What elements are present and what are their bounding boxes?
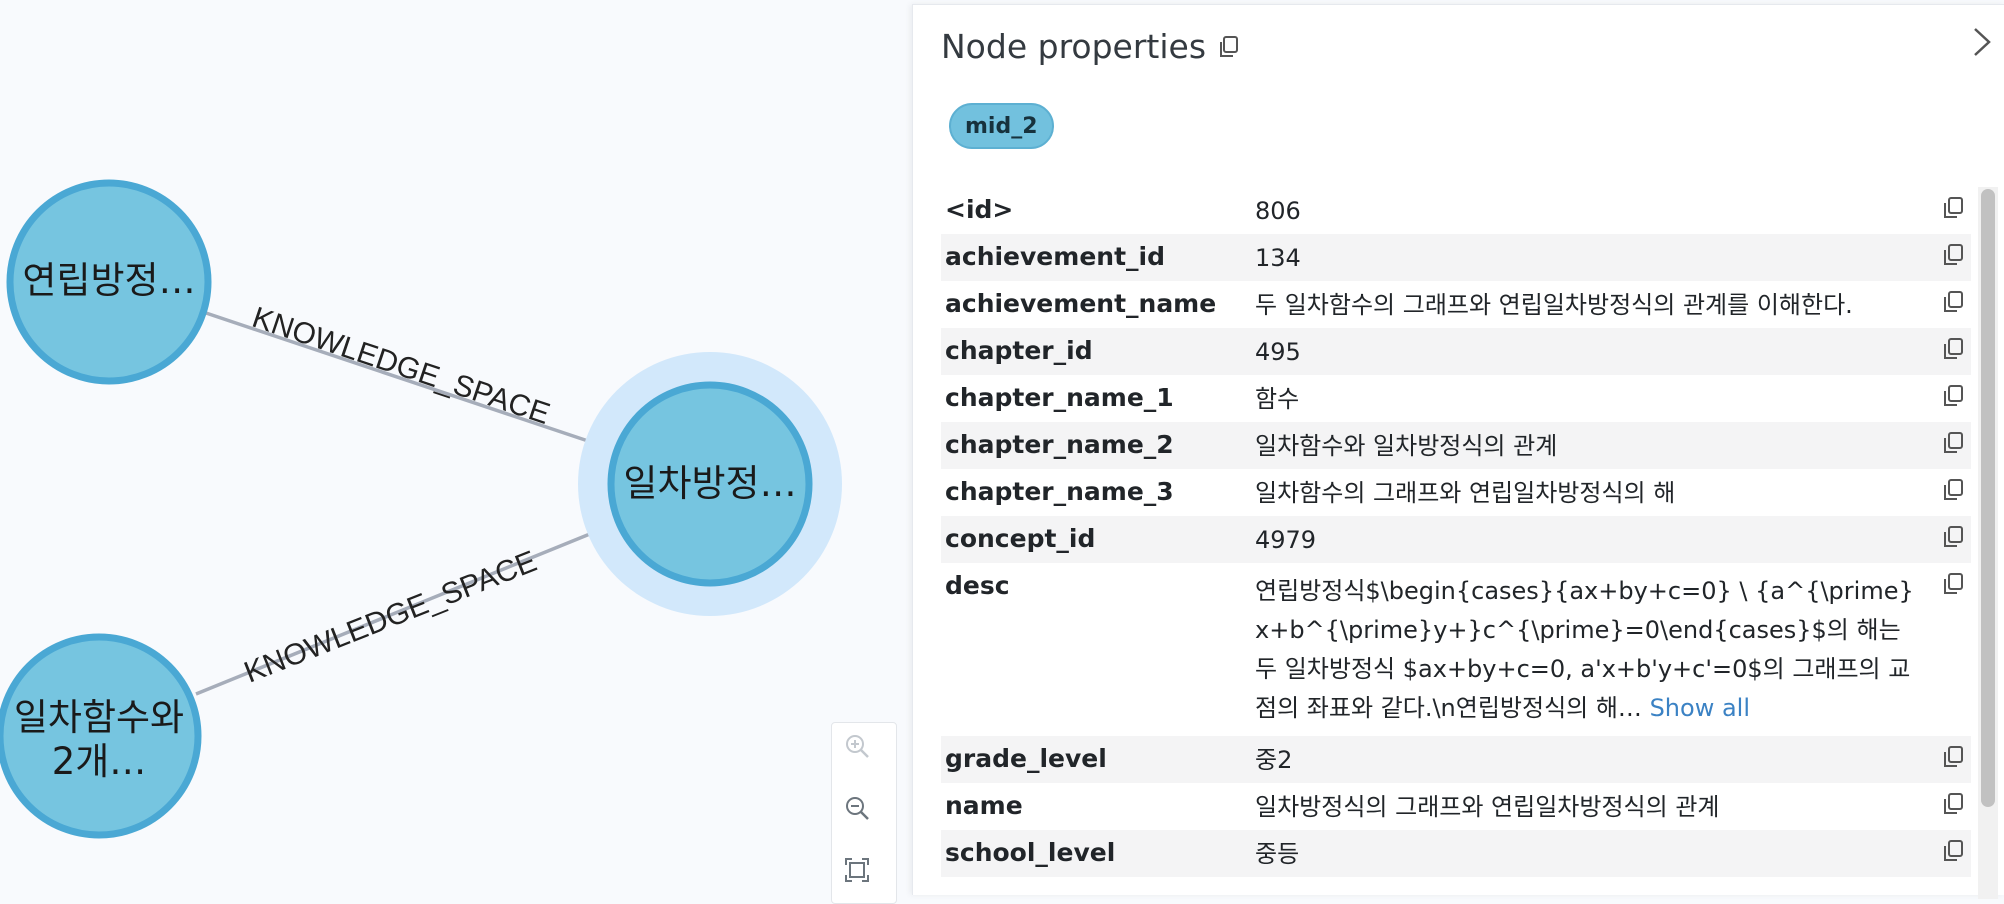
property-key: chapter_name_3 — [945, 477, 1174, 506]
zoom-in-button[interactable] — [844, 733, 884, 773]
show-all-link[interactable]: Show all — [1650, 694, 1750, 722]
node-3[interactable]: 일차함수와 2개… — [0, 633, 202, 839]
property-key: grade_level — [945, 744, 1107, 773]
property-key: concept_id — [945, 524, 1096, 553]
copy-icon[interactable] — [1941, 242, 1967, 268]
panel-title-text: Node properties — [941, 27, 1207, 66]
node-properties-panel: Node properties mid_2 <id> 806 achieveme… — [912, 4, 2004, 899]
property-row: school_level 중등 — [941, 830, 1971, 877]
scrollbar-thumb[interactable] — [1981, 189, 1995, 807]
property-value: 134 — [1255, 244, 1301, 272]
property-value: 495 — [1255, 338, 1301, 366]
node-3-label: 일차함수와 — [14, 696, 184, 739]
property-key: chapter_id — [945, 336, 1093, 365]
graph-svg[interactable]: KNOWLEDGE_SPACE KNOWLEDGE_SPACE 연립방정… 일차… — [0, 0, 912, 894]
property-key: <id> — [945, 195, 1014, 224]
copy-icon[interactable] — [1941, 430, 1967, 456]
zoom-in-icon — [846, 735, 869, 758]
copy-icon[interactable] — [1941, 195, 1967, 221]
node-label-chip[interactable]: mid_2 — [949, 103, 1054, 149]
property-row: concept_id 4979 — [941, 516, 1971, 563]
fit-screen-icon — [845, 858, 869, 882]
desc-text: 연립방정식$\begin{cases}{ax+by+c=0} \ {a^{\pr… — [1255, 577, 1914, 722]
property-row: desc 연립방정식$\begin{cases}{ax+by+c=0} \ {a… — [941, 563, 1971, 736]
copy-icon[interactable] — [1941, 289, 1967, 315]
property-row: chapter_name_1 함수 — [941, 375, 1971, 422]
copy-icon[interactable] — [1941, 791, 1967, 817]
edge-2-label: KNOWLEDGE_SPACE — [240, 545, 542, 690]
property-row: achievement_name 두 일차함수의 그래프와 연립일차방정식의 관… — [941, 281, 1971, 328]
property-value: 4979 — [1255, 526, 1317, 554]
node-2[interactable]: 일차방정… — [578, 352, 842, 616]
property-value: 일차함수의 그래프와 연립일차방정식의 해 — [1255, 479, 1676, 507]
property-value: 일차방정식의 그래프와 연립일차방정식의 관계 — [1255, 793, 1720, 821]
property-value: 중2 — [1255, 746, 1293, 774]
edge-1[interactable]: KNOWLEDGE_SPACE — [205, 301, 616, 454]
chevron-right-icon — [1974, 28, 1991, 56]
collapse-panel-button[interactable] — [1967, 23, 1997, 61]
copy-icon[interactable] — [1941, 744, 1967, 770]
edge-1-label: KNOWLEDGE_SPACE — [248, 301, 554, 431]
copy-icon[interactable] — [1941, 336, 1967, 362]
property-row: chapter_id 495 — [941, 328, 1971, 375]
zoom-out-icon — [846, 797, 869, 820]
property-key: school_level — [945, 838, 1116, 867]
copy-icon[interactable] — [1218, 35, 1240, 59]
property-value: 중등 — [1255, 840, 1300, 868]
node-1[interactable]: 연립방정… — [6, 179, 212, 385]
property-value: 두 일차함수의 그래프와 연립일차방정식의 관계를 이해한다. — [1255, 291, 1853, 319]
property-value: 연립방정식$\begin{cases}{ax+by+c=0} \ {a^{\pr… — [1255, 563, 1923, 736]
node-1-label: 연립방정… — [22, 259, 195, 302]
property-row: achievement_id 134 — [941, 234, 1971, 281]
property-row: <id> 806 — [941, 187, 1971, 234]
property-value: 일차함수와 일차방정식의 관계 — [1255, 432, 1558, 460]
property-row: name 일차방정식의 그래프와 연립일차방정식의 관계 — [941, 783, 1971, 830]
copy-icon[interactable] — [1941, 383, 1967, 409]
node-2-label: 일차방정… — [623, 462, 796, 505]
property-key: chapter_name_1 — [945, 383, 1174, 412]
property-row: chapter_name_2 일차함수와 일차방정식의 관계 — [941, 422, 1971, 469]
copy-icon[interactable] — [1941, 838, 1967, 864]
edge-2[interactable]: KNOWLEDGE_SPACE — [195, 521, 616, 696]
property-key: achievement_name — [945, 289, 1217, 318]
property-row: chapter_name_3 일차함수의 그래프와 연립일차방정식의 해 — [941, 469, 1971, 516]
graph-canvas[interactable]: KNOWLEDGE_SPACE KNOWLEDGE_SPACE 연립방정… 일차… — [0, 0, 912, 904]
zoom-out-button[interactable] — [844, 795, 884, 835]
property-key: name — [945, 791, 1023, 820]
properties-scrollbar[interactable] — [1978, 187, 1998, 899]
property-value: 806 — [1255, 197, 1301, 225]
property-key: chapter_name_2 — [945, 430, 1174, 459]
properties-table: <id> 806 achievement_id 134 achievement_… — [941, 187, 1971, 877]
zoom-controls — [831, 722, 897, 904]
panel-title: Node properties — [941, 27, 1240, 66]
copy-icon[interactable] — [1941, 524, 1967, 550]
property-key: achievement_id — [945, 242, 1165, 271]
copy-icon[interactable] — [1941, 571, 1967, 597]
copy-icon[interactable] — [1941, 477, 1967, 503]
node-3-label-line2: 2개… — [52, 740, 147, 783]
property-row: grade_level 중2 — [941, 736, 1971, 783]
fit-to-screen-button[interactable] — [844, 857, 884, 897]
property-key: desc — [945, 571, 1010, 600]
property-value: 함수 — [1255, 385, 1300, 413]
